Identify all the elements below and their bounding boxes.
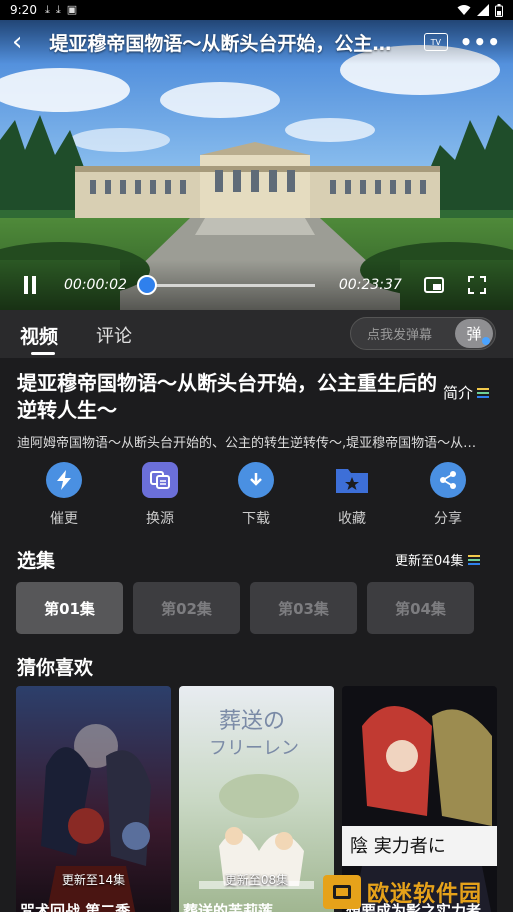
clock: 9:20 <box>10 3 37 17</box>
recommend-section-title: 猜你喜欢 <box>17 657 94 679</box>
picture-in-picture-icon[interactable] <box>423 277 444 293</box>
action-label: 收藏 <box>338 511 366 527</box>
back-icon[interactable]: ‹ <box>12 29 41 55</box>
download-icon <box>238 462 274 498</box>
share-button[interactable]: 分享 <box>418 462 478 528</box>
battery-icon <box>495 3 503 17</box>
duration: 00:23:37 <box>338 277 402 293</box>
list-icon <box>467 554 480 565</box>
episodes-section-title: 选集 <box>17 550 56 572</box>
folder-star-icon <box>334 462 370 498</box>
tv-cast-icon[interactable]: TV <box>424 33 448 51</box>
svg-text:フリーレン: フリーレン <box>209 738 299 759</box>
list-icon <box>477 387 490 398</box>
share-icon <box>430 462 466 498</box>
video-player[interactable]: ‹ 堤亚穆帝国物语～从断头台开始，公主重生后的逆转人生～ TV ••• 00:0… <box>0 20 513 310</box>
intro-button[interactable]: 简介 <box>443 382 490 403</box>
episode-list: 第01集 第02集 第03集 第04集 <box>16 582 474 634</box>
svg-text:葬送の: 葬送の <box>219 709 285 734</box>
status-bar: 9:20 ⤓ ⤓ ▣ <box>0 0 513 20</box>
watermark-icon <box>323 875 361 909</box>
svg-text:陰 実力者に: 陰 実力者に <box>350 836 446 857</box>
action-label: 催更 <box>50 511 78 527</box>
more-icon[interactable]: ••• <box>460 30 501 54</box>
request-update-button[interactable]: 催更 <box>34 462 94 528</box>
pause-icon[interactable] <box>20 276 40 294</box>
download-button[interactable]: 下载 <box>226 462 286 528</box>
download-icon: ⤓ <box>44 3 50 16</box>
danmu-toggle-button[interactable]: 弹 <box>455 319 493 348</box>
a-icon: ▣ <box>66 3 78 16</box>
lightning-icon <box>46 462 82 498</box>
anime-description: 迪阿姆帝国物语～从断头台开始的、公主的转生逆转传～,堤亚穆帝国物语～从断头台开始… <box>17 436 487 451</box>
current-time: 00:00:02 <box>64 277 127 293</box>
update-badge: 更新至08集 <box>224 873 289 887</box>
recommend-card[interactable]: 葬送の フリーレン 更新至08集 葬送的芙莉莲 <box>179 686 334 912</box>
favorite-button[interactable]: 收藏 <box>322 462 382 528</box>
recommend-title: 咒术回战 第二季 <box>20 902 131 912</box>
recommend-title: 葬送的芙莉莲 <box>183 902 274 912</box>
player-controls: 00:00:02 00:23:37 <box>0 260 513 310</box>
progress-slider[interactable] <box>137 274 315 295</box>
player-title: 堤亚穆帝国物语～从断头台开始，公主重生后的逆转人生～ <box>49 32 411 55</box>
download-icon: ⤓ <box>55 3 61 16</box>
episodes-update-button[interactable]: 更新至04集 <box>395 550 480 569</box>
danmu-placeholder[interactable]: 点我发弹幕 <box>367 324 432 343</box>
tab-bar: 视频 评论 点我发弹幕 弹 <box>0 310 513 358</box>
update-badge: 更新至14集 <box>61 873 126 887</box>
tab-indicator <box>31 352 55 355</box>
wifi-icon <box>457 5 471 15</box>
switch-source-icon <box>142 462 178 498</box>
episode-item[interactable]: 第04集 <box>367 582 474 634</box>
update-label: 更新至04集 <box>395 554 464 569</box>
danmu-input[interactable]: 点我发弹幕 弹 <box>350 317 496 350</box>
episode-item[interactable]: 第02集 <box>133 582 240 634</box>
tab-video[interactable]: 视频 <box>20 322 58 349</box>
recommend-card[interactable]: 更新至14集 咒术回战 第二季 <box>16 686 171 912</box>
video-info: 堤亚穆帝国物语～从断头台开始，公主重生后的逆转人生～ 简介 迪阿姆帝国物语～从断… <box>0 358 513 912</box>
progress-thumb[interactable] <box>137 274 158 295</box>
player-top-bar: ‹ 堤亚穆帝国物语～从断头台开始，公主重生后的逆转人生～ TV ••• <box>0 20 513 64</box>
action-label: 下载 <box>242 511 270 527</box>
action-row: 催更 换源 下载 收藏 分享 <box>0 462 513 534</box>
switch-source-button[interactable]: 换源 <box>130 462 190 528</box>
watermark-text: 欧迷软件园 <box>367 882 483 907</box>
anime-title: 堤亚穆帝国物语～从断头台开始，公主重生后的逆转人生～ <box>17 371 437 422</box>
fullscreen-icon[interactable] <box>467 276 486 294</box>
intro-label: 简介 <box>443 384 474 402</box>
watermark-logo: 欧迷软件园 <box>323 872 513 912</box>
action-label: 换源 <box>146 511 174 527</box>
check-icon <box>482 337 490 345</box>
tab-comments[interactable]: 评论 <box>96 322 132 348</box>
episode-item[interactable]: 第01集 <box>16 582 123 634</box>
episode-item[interactable]: 第03集 <box>250 582 357 634</box>
danmu-toggle-label: 弹 <box>466 325 482 343</box>
action-label: 分享 <box>434 511 462 527</box>
signal-icon <box>477 4 489 16</box>
